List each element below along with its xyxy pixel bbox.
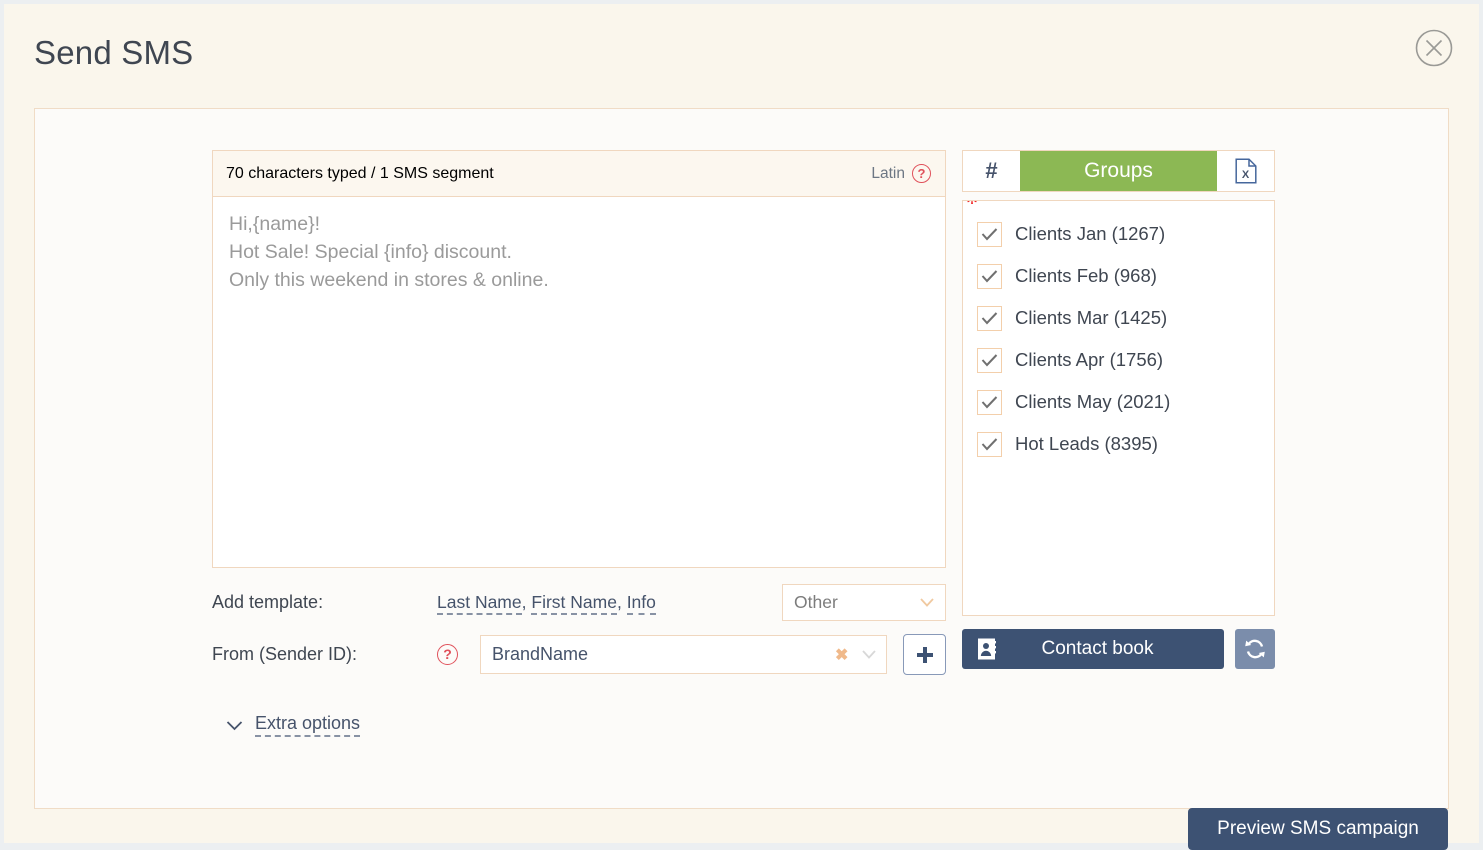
template-links: Last Name, First Name, Info (437, 592, 656, 615)
groups-list: * Clients Jan (1267) Clients Feb (968) C… (962, 200, 1275, 616)
list-item-label: Clients May (2021) (1015, 391, 1171, 412)
page-title: Send SMS (34, 34, 194, 71)
add-template-row: Add template: Last Name, First Name, Inf… (212, 584, 946, 621)
required-marker: * (966, 200, 978, 217)
send-sms-dialog: Send SMS 70 characters typed / 1 SMS seg… (4, 4, 1479, 850)
list-item-label: Clients Apr (1756) (1015, 349, 1164, 370)
close-icon[interactable] (1414, 28, 1454, 68)
check-icon (981, 395, 998, 408)
chevron-down-icon (226, 720, 243, 730)
message-header: 70 characters typed / 1 SMS segment Lati… (213, 151, 945, 197)
list-item[interactable]: Clients Feb (968) (963, 255, 1274, 297)
check-icon (981, 269, 998, 282)
list-item[interactable]: Clients May (2021) (963, 381, 1274, 423)
list-item[interactable]: Hot Leads (8395) (963, 423, 1274, 465)
group-checkbox[interactable] (977, 389, 1002, 415)
svg-text:X: X (1241, 169, 1249, 181)
add-sender-button[interactable] (903, 634, 946, 675)
sender-id-label: From (Sender ID): (212, 644, 358, 664)
tab-numbers[interactable]: # (963, 151, 1020, 191)
preview-sms-campaign-button[interactable]: Preview SMS campaign (1188, 808, 1448, 850)
refresh-button[interactable] (1235, 629, 1275, 669)
tab-file-upload[interactable]: X (1217, 151, 1274, 191)
message-input[interactable] (213, 197, 945, 557)
list-item-label: Clients Jan (1267) (1015, 223, 1166, 244)
contact-book-row: Contact book (962, 629, 1275, 669)
template-link-info[interactable]: Info (626, 592, 656, 615)
template-category-value: Other (794, 592, 838, 612)
chevron-down-icon (920, 598, 934, 607)
list-item-label: Clients Feb (968) (1015, 265, 1157, 286)
group-checkbox[interactable] (977, 263, 1002, 289)
group-checkbox[interactable] (977, 305, 1002, 331)
recipients-tabbar: # Groups X (962, 150, 1275, 192)
extra-options-link[interactable]: Extra options (255, 713, 361, 737)
group-checkbox[interactable] (977, 431, 1002, 457)
charset-help-icon[interactable]: ? (912, 164, 931, 183)
list-item[interactable]: Clients Jan (1267) (963, 213, 1274, 255)
list-item[interactable]: Clients Mar (1425) (963, 297, 1274, 339)
chevron-down-icon (862, 650, 877, 659)
list-item-label: Clients Mar (1425) (1015, 307, 1168, 328)
recipients-column: # Groups X * Clients Jan (1267) Clients … (962, 150, 1275, 669)
check-icon (981, 227, 998, 240)
clear-sender-icon[interactable]: ✖ (835, 645, 862, 665)
address-book-icon (978, 638, 996, 660)
list-item-label: Hot Leads (8395) (1015, 433, 1158, 454)
contact-book-label: Contact book (1041, 638, 1154, 659)
group-checkbox[interactable] (977, 221, 1002, 247)
template-category-select[interactable]: Other (782, 584, 946, 621)
excel-file-icon: X (1234, 158, 1257, 184)
character-counter: 70 characters typed / 1 SMS segment (226, 164, 494, 182)
group-checkbox[interactable] (977, 347, 1002, 373)
contact-book-button[interactable]: Contact book (962, 629, 1224, 669)
compose-column: 70 characters typed / 1 SMS segment Lati… (212, 150, 946, 737)
template-link-first-name[interactable]: First Name (531, 592, 617, 615)
refresh-icon (1245, 639, 1265, 659)
sender-id-row: From (Sender ID): ? BrandName ✖ (212, 634, 946, 675)
tab-groups[interactable]: Groups (1020, 151, 1217, 191)
dialog-header: Send SMS (4, 4, 1479, 100)
template-link-last-name[interactable]: Last Name (437, 592, 522, 615)
check-icon (981, 311, 998, 324)
sender-help-icon[interactable]: ? (437, 644, 458, 665)
check-icon (981, 353, 998, 366)
list-item[interactable]: Clients Apr (1756) (963, 339, 1274, 381)
sender-id-value: BrandName (492, 644, 589, 664)
dialog-body: 70 characters typed / 1 SMS segment Lati… (34, 108, 1449, 850)
add-template-label: Add template: (212, 592, 324, 612)
sender-id-select[interactable]: BrandName ✖ (480, 635, 888, 674)
check-icon (981, 437, 998, 450)
extra-options-row[interactable]: Extra options (226, 713, 946, 737)
charset-label: Latin (871, 164, 905, 182)
message-box: 70 characters typed / 1 SMS segment Lati… (212, 150, 946, 568)
plus-icon (916, 646, 933, 663)
